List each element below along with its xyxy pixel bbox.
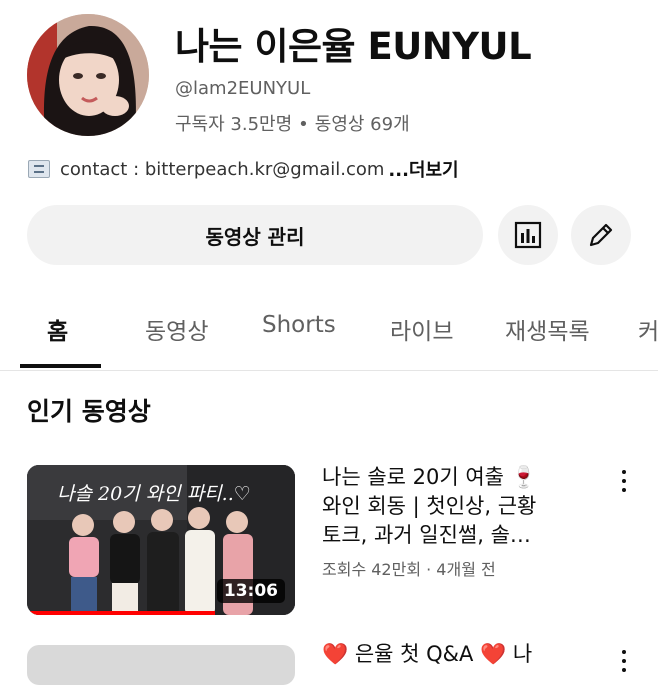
video-title[interactable]: 나는 솔로 20기 여출 🍷 와인 회동 | 첫인상, 근황 토크, 과거 일진… bbox=[322, 463, 587, 550]
section-title: 인기 동영상 bbox=[27, 397, 151, 426]
video-title-line: 와인 회동 | 첫인상, 근황 bbox=[322, 494, 537, 518]
edit-channel-button[interactable] bbox=[571, 205, 631, 265]
stats-separator: • bbox=[298, 114, 309, 135]
avatar-image bbox=[27, 14, 149, 136]
analytics-button[interactable] bbox=[498, 205, 558, 265]
channel-stats: 구독자 3.5만명 • 동영상 69개 bbox=[175, 110, 410, 136]
video-menu-icon[interactable] bbox=[617, 648, 631, 674]
pencil-icon bbox=[589, 223, 613, 247]
video-thumbnail[interactable] bbox=[27, 645, 295, 685]
thumbnail-caption: 나솔 20기 와인 파티..♡ bbox=[57, 483, 251, 505]
video-menu-icon[interactable] bbox=[617, 468, 631, 494]
more-link[interactable]: ...더보기 bbox=[388, 156, 458, 182]
subscriber-count: 구독자 3.5만명 bbox=[175, 114, 293, 135]
video-title[interactable]: ❤️ 은율 첫 Q&A ❤️ 나 bbox=[322, 638, 532, 668]
video-duration: 13:06 bbox=[216, 579, 285, 603]
tab-playlists[interactable]: 재생목록 bbox=[505, 312, 590, 346]
channel-handle: @lam2EUNYUL bbox=[175, 78, 311, 99]
tab-live[interactable]: 라이브 bbox=[390, 312, 453, 346]
description-text: contact : bitterpeach.kr@gmail.com bbox=[60, 158, 385, 180]
analytics-icon bbox=[514, 221, 542, 249]
watch-progress-bar bbox=[27, 611, 215, 615]
video-title-line: 나는 솔로 20기 여출 🍷 bbox=[322, 465, 537, 489]
tab-shorts[interactable]: Shorts bbox=[262, 312, 336, 338]
tab-videos[interactable]: 동영상 bbox=[145, 312, 208, 346]
video-title-line: 토크, 과거 일진썰, 솔… bbox=[322, 523, 531, 547]
active-tab-indicator bbox=[20, 364, 101, 368]
video-thumbnail[interactable]: 나솔 20기 와인 파티..♡ 13:06 bbox=[27, 465, 295, 615]
channel-tabs: 홈 동영상 Shorts 라이브 재생목록 커 bbox=[0, 298, 658, 371]
video-meta: 조회수 42만회 · 4개월 전 bbox=[322, 560, 496, 579]
email-icon bbox=[28, 160, 50, 178]
video-count: 동영상 69개 bbox=[314, 114, 410, 135]
manage-videos-button[interactable]: 동영상 관리 bbox=[27, 205, 483, 265]
channel-description[interactable]: contact : bitterpeach.kr@gmail.com ...더보… bbox=[28, 156, 459, 182]
channel-avatar[interactable] bbox=[27, 14, 149, 136]
tab-community[interactable]: 커 bbox=[638, 312, 658, 346]
channel-name: 나는 이은율 EUNYUL bbox=[175, 25, 532, 68]
tab-home[interactable]: 홈 bbox=[47, 312, 68, 346]
